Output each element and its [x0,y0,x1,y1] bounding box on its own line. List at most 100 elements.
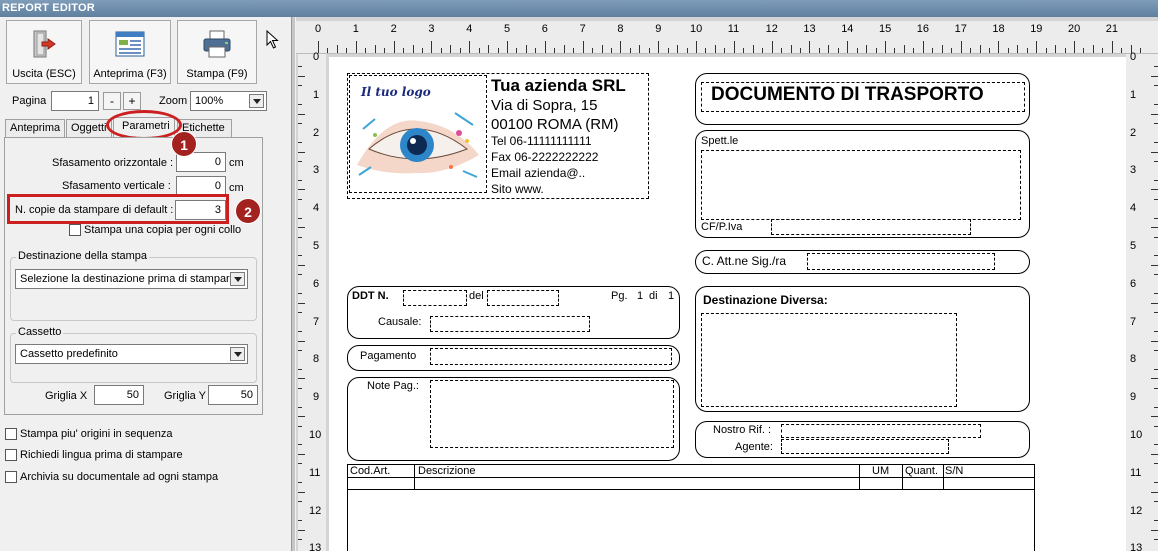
h-ruler-tick [1074,41,1075,53]
splitter[interactable] [291,17,295,551]
h-ruler-tick [1140,48,1142,53]
printer-icon [203,30,231,58]
logo-text: Il tuo logo [361,85,431,99]
h-ruler-tick [667,48,669,53]
dest-diversa-field [701,313,957,407]
multi-origin-label: Stampa piu' origini in sequenza [20,428,173,440]
v-ruler-tick-label: 4 [313,202,320,215]
h-ruler-tick [866,45,868,53]
h-ruler-tick [450,45,452,53]
h-ruler-tick [327,48,329,53]
multi-origin-checkbox[interactable] [5,428,17,440]
v-ruler-tick [1154,520,1158,522]
di-label: di [649,290,658,302]
chevron-down-icon [249,94,264,108]
v-ruler-tick [298,113,305,115]
h-ruler-tick [696,41,697,53]
v-ruler-tick [298,66,302,68]
h-ruler-tick [875,48,877,53]
v-ruler-tick-label: 3 [1130,164,1137,177]
exit-button[interactable]: Uscita (ESC) [6,20,82,84]
tray-group-title: Cassetto [16,326,64,338]
v-ruler-tick-label: 12 [309,504,322,517]
v-ruler-tick [298,104,302,106]
grid-y-input[interactable]: 50 [208,385,258,405]
tab-oggetti[interactable]: Oggetti [66,119,112,137]
v-ruler-tick [298,482,302,484]
h-ruler-tick-label: 8 [617,23,624,35]
v-ruler-tick [298,491,305,493]
v-ruler-tick [298,293,302,295]
v-ruler-tick [298,236,302,238]
v-ruler-tick [1154,406,1158,408]
v-ruler-tick-label: 2 [313,126,320,139]
page-plus-button[interactable]: + [123,92,141,110]
h-ruler-tick [743,48,745,53]
h-ruler-tick [781,48,783,53]
h-ruler-tick [554,48,556,53]
h-ruler-tick [516,48,518,53]
v-ruler-tick [298,302,305,304]
h-ruler-tick [960,41,962,53]
h-ruler-tick-label: 18 [992,23,1005,35]
h-ruler-tick [818,48,820,53]
v-ruler-tick [1151,416,1158,418]
copies-input[interactable]: 3 [175,200,226,220]
pg-total: 1 [668,290,675,302]
h-ruler-tick [1026,48,1028,53]
archive-checkbox[interactable] [5,471,17,483]
grid-y-label: Griglia Y [164,390,206,402]
one-copy-checkbox[interactable] [69,224,81,236]
v-offset-input[interactable]: 0 [176,176,226,196]
h-ruler-tick [346,48,348,53]
h-ruler-tick [922,41,924,53]
zoom-value: 100% [195,95,224,107]
h-ruler-tick [488,45,490,53]
destination-select[interactable]: Selezione la destinazione prima di stamp… [15,269,248,289]
note-field [430,380,674,448]
company-city: 00100 ROMA (RM) [491,116,619,133]
v-ruler-tick [298,151,305,153]
v-ruler-tick [298,217,302,219]
v-ruler-tick [1154,274,1158,276]
v-ruler-tick [1154,236,1158,238]
zoom-select[interactable]: 100% [190,91,267,111]
v-ruler-tick [298,142,302,144]
v-ruler-tick [298,463,302,465]
h-ruler-tick [374,45,376,53]
h-ruler-tick-label: 10 [690,23,703,35]
v-ruler-tick [1154,368,1158,370]
ask-language-checkbox[interactable] [5,449,17,461]
h-ruler-tick [629,48,631,53]
h-ruler-tick-label: 6 [541,23,548,35]
nostro-rif-field [781,424,981,438]
customer-field [701,150,1021,220]
print-button[interactable]: Stampa (F9) [177,20,257,84]
v-ruler-tick-label: 9 [1130,391,1137,404]
v-ruler-tick [1154,425,1158,427]
h-ruler-tick [459,48,461,53]
tray-select[interactable]: Cassetto predefinito [15,344,248,364]
v-ruler-tick [298,425,302,427]
tab-anteprima[interactable]: Anteprima [5,119,65,137]
payment-label: Pagamento [360,350,417,362]
h-ruler-tick [563,45,565,53]
nostro-rif-label: Nostro Rif. : [713,424,772,436]
h-ruler-tick [544,41,546,53]
grid-x-input[interactable]: 50 [94,385,144,405]
h-ruler-tick [403,48,405,53]
h-ruler-tick-label: 1 [352,23,359,35]
v-ruler-tick [298,416,305,418]
h-ruler-tick [525,45,527,53]
h-ruler-tick-label: 19 [1030,23,1043,35]
v-ruler-tick [298,349,302,351]
v-ruler-tick [1154,255,1158,257]
col-quant: Quant. [905,465,939,477]
v-ruler-tick [1151,151,1158,153]
h-ruler-tick [1083,48,1085,53]
page-input[interactable]: 1 [51,91,99,111]
v-ruler-tick-label: 8 [313,353,320,366]
page-minus-button[interactable]: - [103,92,121,110]
v-ruler-tick [298,274,302,276]
preview-button[interactable]: Anteprima (F3) [89,20,171,84]
